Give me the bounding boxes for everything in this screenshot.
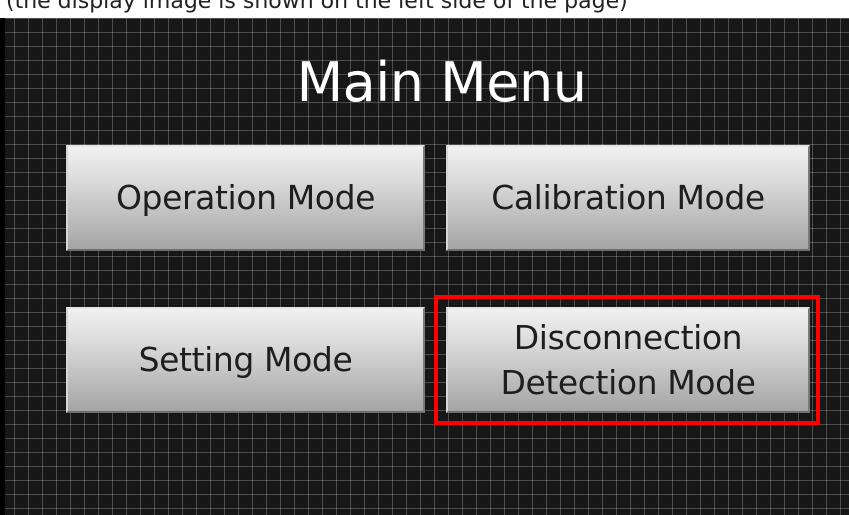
page-title: Main Menu [296,51,587,114]
caption-strip: (the display image is shown on the left … [0,0,849,18]
hmi-screen: Main Menu Operation Mode Calibration Mod… [0,18,849,515]
operation-mode-label: Operation Mode [115,178,376,217]
caption-text: (the display image is shown on the left … [6,0,628,14]
disconnection-detection-mode-button[interactable]: Disconnection Detection Mode [446,307,810,413]
calibration-mode-label: Calibration Mode [491,178,765,217]
operation-mode-button[interactable]: Operation Mode [66,145,425,251]
disconnection-detection-mode-label: Disconnection Detection Mode [500,318,756,402]
setting-mode-label: Setting Mode [138,340,353,379]
setting-mode-button[interactable]: Setting Mode [66,307,425,413]
calibration-mode-button[interactable]: Calibration Mode [446,145,810,251]
